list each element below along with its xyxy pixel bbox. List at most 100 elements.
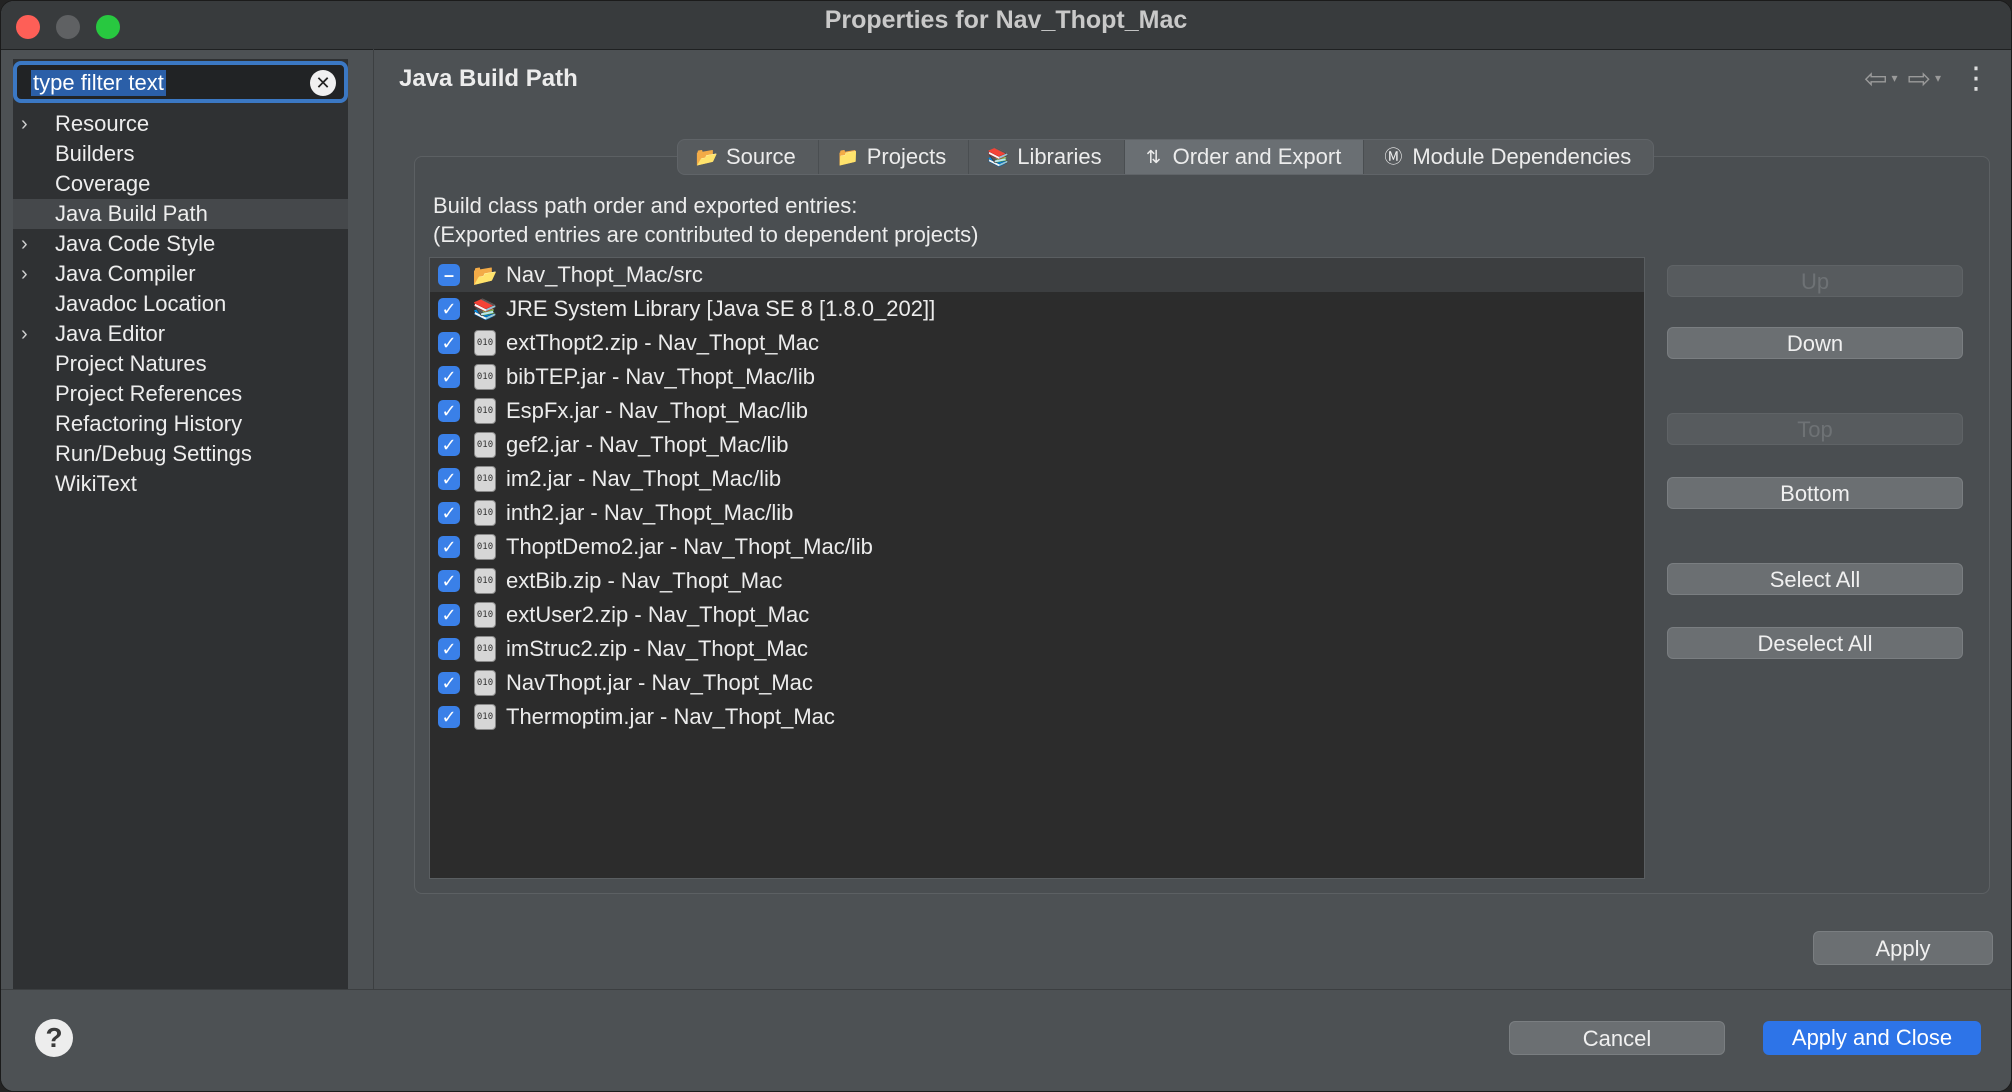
jar-icon: 010 bbox=[472, 568, 498, 594]
apply-and-close-button[interactable]: Apply and Close bbox=[1763, 1021, 1981, 1055]
list-item[interactable]: ✓ 📚 JRE System Library [Java SE 8 [1.8.0_2… bbox=[430, 292, 1644, 326]
jar-icon: 010 bbox=[472, 432, 498, 458]
tab-order-and-export[interactable]: ⇅ Order and Export bbox=[1124, 140, 1365, 174]
chevron-right-icon[interactable]: › bbox=[21, 109, 41, 139]
tree-item[interactable]: › Java Compiler bbox=[13, 259, 348, 289]
list-item[interactable]: ✓ 010 Thermoptim.jar - Nav_Thopt_Mac bbox=[430, 700, 1644, 734]
tree-item[interactable]: Refactoring History bbox=[13, 409, 348, 439]
more-options-icon[interactable]: ⋮ bbox=[1961, 61, 1991, 96]
tab-projects[interactable]: 📁 Projects bbox=[819, 140, 970, 174]
forward-menu-chevron-icon[interactable]: ▾ bbox=[1935, 71, 1941, 85]
tree-item[interactable]: › Resource bbox=[13, 109, 348, 139]
top-button[interactable]: Top bbox=[1667, 413, 1963, 445]
entry-label: imStruc2.zip - Nav_Thopt_Mac bbox=[506, 636, 808, 661]
chevron-right-icon[interactable]: › bbox=[21, 229, 41, 259]
checkbox[interactable]: ✓ bbox=[438, 604, 460, 626]
tab-label: Order and Export bbox=[1172, 144, 1342, 169]
list-item[interactable]: ✓ 010 extBib.zip - Nav_Thopt_Mac bbox=[430, 564, 1644, 598]
tab-libraries[interactable]: 📚 Libraries bbox=[969, 140, 1125, 174]
down-button[interactable]: Down bbox=[1667, 327, 1963, 359]
tab-source[interactable]: 📂 Source bbox=[678, 140, 819, 174]
tree-item-label: Run/Debug Settings bbox=[55, 441, 252, 466]
entry-label: inth2.jar - Nav_Thopt_Mac/lib bbox=[506, 500, 794, 525]
tree-item[interactable]: Coverage bbox=[13, 169, 348, 199]
back-menu-chevron-icon[interactable]: ▾ bbox=[1891, 71, 1897, 85]
checkbox[interactable]: ✓ bbox=[438, 366, 460, 388]
preference-tree: › Resource Builders Coverage Java Build Path… bbox=[13, 109, 348, 499]
clear-filter-icon[interactable]: ✕ bbox=[310, 70, 336, 96]
tab-module-dependencies[interactable]: Ⓜ Module Dependencies bbox=[1364, 140, 1653, 174]
title-bar: Properties for Nav_Thopt_Mac bbox=[1, 1, 2011, 50]
cancel-button[interactable]: Cancel bbox=[1509, 1021, 1725, 1055]
indeterminate-checkbox[interactable]: – bbox=[438, 264, 460, 286]
entry-label: NavThopt.jar - Nav_Thopt_Mac bbox=[506, 670, 813, 695]
pane-divider[interactable] bbox=[373, 49, 374, 989]
list-item[interactable]: ✓ 010 imStruc2.zip - Nav_Thopt_Mac bbox=[430, 632, 1644, 666]
tree-item[interactable]: › Java Code Style bbox=[13, 229, 348, 259]
list-item[interactable]: ✓ 010 im2.jar - Nav_Thopt_Mac/lib bbox=[430, 462, 1644, 496]
order-export-icon: ⇅ bbox=[1146, 147, 1162, 167]
jar-icon: 010 bbox=[472, 602, 498, 628]
deselect-all-button[interactable]: Deselect All bbox=[1667, 627, 1963, 659]
checkbox[interactable]: ✓ bbox=[438, 400, 460, 422]
source-folder-icon: 📂 bbox=[472, 264, 498, 287]
classpath-entries-list[interactable]: – 📂 Nav_Thopt_Mac/src ✓ 📚 JRE System Library … bbox=[429, 257, 1645, 879]
up-button[interactable]: Up bbox=[1667, 265, 1963, 297]
checkbox[interactable]: ✓ bbox=[438, 468, 460, 490]
tab-label: Projects bbox=[866, 144, 947, 169]
chevron-right-icon[interactable]: › bbox=[21, 259, 41, 289]
tab-bar: 📂 Source 📁 Projects 📚 Libraries ⇅ Order and Exp… bbox=[677, 139, 1655, 175]
list-item[interactable]: ✓ 010 extUser2.zip - Nav_Thopt_Mac bbox=[430, 598, 1644, 632]
jar-icon: 010 bbox=[472, 704, 498, 730]
back-arrow-icon[interactable]: ⇦ bbox=[1864, 62, 1887, 95]
jar-icon: 010 bbox=[472, 500, 498, 526]
libraries-icon: 📚 bbox=[986, 147, 1010, 167]
select-all-button[interactable]: Select All bbox=[1667, 563, 1963, 595]
tree-item[interactable]: Javadoc Location bbox=[13, 289, 348, 319]
entry-label: im2.jar - Nav_Thopt_Mac/lib bbox=[506, 466, 782, 491]
jar-icon: 010 bbox=[472, 670, 498, 696]
checkbox[interactable]: ✓ bbox=[438, 502, 460, 524]
checkbox[interactable]: ✓ bbox=[438, 536, 460, 558]
tree-item[interactable]: WikiText bbox=[13, 469, 348, 499]
list-item[interactable]: ✓ 010 ThoptDemo2.jar - Nav_Thopt_Mac/lib bbox=[430, 530, 1644, 564]
tree-item[interactable]: Project Natures bbox=[13, 349, 348, 379]
list-item[interactable]: ✓ 010 gef2.jar - Nav_Thopt_Mac/lib bbox=[430, 428, 1644, 462]
filter-field[interactable]: type filter text ✕ bbox=[13, 61, 348, 103]
list-item[interactable]: ✓ 010 NavThopt.jar - Nav_Thopt_Mac bbox=[430, 666, 1644, 700]
apply-button[interactable]: Apply bbox=[1813, 931, 1993, 965]
source-folder-icon: 📂 bbox=[695, 147, 719, 167]
checkbox[interactable]: ✓ bbox=[438, 706, 460, 728]
checkbox[interactable]: ✓ bbox=[438, 434, 460, 456]
tree-item[interactable]: Project References bbox=[13, 379, 348, 409]
jar-icon: 010 bbox=[472, 330, 498, 356]
tree-item-label: Javadoc Location bbox=[55, 291, 227, 316]
page-title: Java Build Path bbox=[399, 65, 578, 92]
tree-item[interactable]: › Java Editor bbox=[13, 319, 348, 349]
help-icon[interactable]: ? bbox=[35, 1019, 73, 1057]
list-item[interactable]: ✓ 010 bibTEP.jar - Nav_Thopt_Mac/lib bbox=[430, 360, 1644, 394]
projects-folder-icon: 📁 bbox=[836, 147, 859, 167]
bottom-button[interactable]: Bottom bbox=[1667, 477, 1963, 509]
tree-item-label: Java Build Path bbox=[55, 201, 208, 226]
checkbox[interactable]: ✓ bbox=[438, 638, 460, 660]
tree-item[interactable]: Java Build Path bbox=[13, 199, 348, 229]
checkbox[interactable]: ✓ bbox=[438, 332, 460, 354]
checkbox[interactable]: ✓ bbox=[438, 298, 460, 320]
checkbox[interactable]: ✓ bbox=[438, 570, 460, 592]
list-item[interactable]: ✓ 010 inth2.jar - Nav_Thopt_Mac/lib bbox=[430, 496, 1644, 530]
filter-input[interactable]: type filter text bbox=[31, 70, 166, 96]
list-item[interactable]: ✓ 010 EspFx.jar - Nav_Thopt_Mac/lib bbox=[430, 394, 1644, 428]
list-item[interactable]: – 📂 Nav_Thopt_Mac/src bbox=[430, 258, 1644, 292]
forward-arrow-icon[interactable]: ⇨ bbox=[1908, 62, 1931, 95]
entry-label: ThoptDemo2.jar - Nav_Thopt_Mac/lib bbox=[506, 534, 873, 559]
jar-icon: 010 bbox=[472, 398, 498, 424]
chevron-right-icon[interactable]: › bbox=[21, 319, 41, 349]
checkbox[interactable]: ✓ bbox=[438, 672, 460, 694]
tree-item-label: Resource bbox=[55, 111, 150, 136]
list-item[interactable]: ✓ 010 extThopt2.zip - Nav_Thopt_Mac bbox=[430, 326, 1644, 360]
tree-item-label: Refactoring History bbox=[55, 411, 243, 436]
tree-item-label: Java Code Style bbox=[55, 231, 216, 256]
tree-item[interactable]: Run/Debug Settings bbox=[13, 439, 348, 469]
tree-item[interactable]: Builders bbox=[13, 139, 348, 169]
